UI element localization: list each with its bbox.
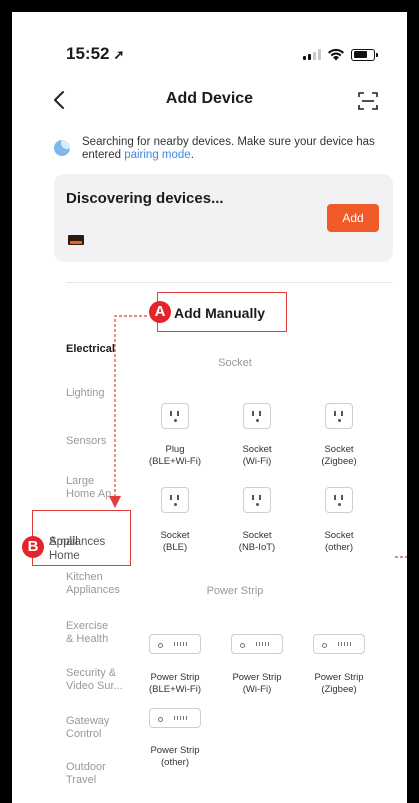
callout-b-line-2: Appliances — [49, 536, 106, 548]
callout-badge-b: B — [22, 536, 44, 558]
phone-screen: 15:52 ➚ Add Device Searching for nearby d… — [12, 12, 407, 803]
add-manually-callout[interactable]: Add Manually — [157, 292, 287, 332]
small-home-appliances-callout[interactable]: Small Home Appliances — [32, 510, 131, 566]
add-manually-label: Add Manually — [174, 305, 266, 321]
callout-badge-a: A — [149, 301, 171, 323]
annotation-arrows — [109, 315, 407, 558]
